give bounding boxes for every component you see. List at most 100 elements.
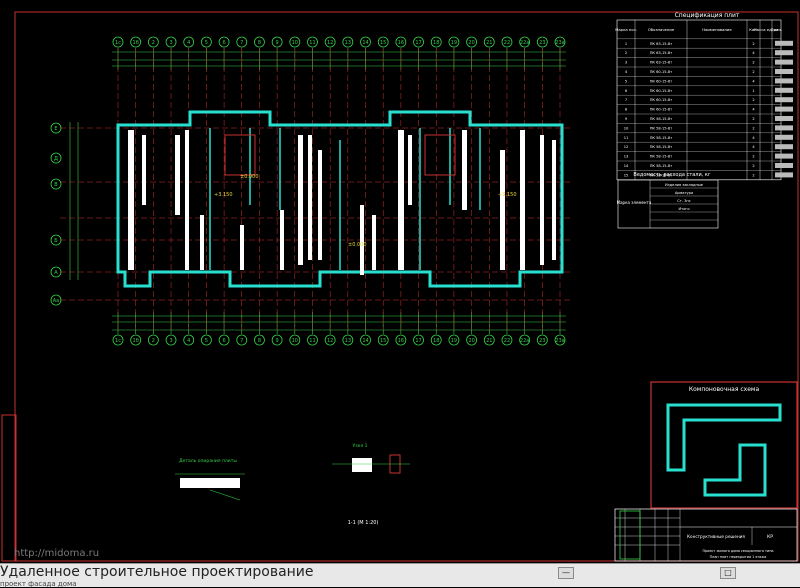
spec-cell: ПК 60-15-8т xyxy=(650,89,673,93)
axis-label-bottom: 21 xyxy=(486,338,492,344)
left-margin-strip xyxy=(1,414,17,562)
spec-cell: 11 xyxy=(624,136,629,140)
steel-consumption-table: Ведомость расхода стали, кг Марка элемент… xyxy=(617,172,719,229)
axis-label-bottom: 23 xyxy=(539,338,545,344)
spec-mark-bar xyxy=(775,40,793,46)
spec-title: Спецификация плит xyxy=(675,12,740,19)
minimize-button[interactable]: — xyxy=(558,567,574,579)
steel-cell: Арматура xyxy=(675,191,693,195)
detail2-caption: 1-1 (М 1:20) xyxy=(348,520,379,526)
axis-grid xyxy=(60,48,572,330)
steel-title: Ведомость расхода стали, кг xyxy=(633,172,711,178)
axis-label-left: Б xyxy=(54,238,58,244)
scheme-title: Компоновочная схема xyxy=(689,386,760,393)
axis-label-bottom: 3 xyxy=(169,338,172,344)
title-block: Конструктивные решения КР Проект жилого до… xyxy=(614,508,798,562)
elevation-label: ±0.000 xyxy=(348,242,367,248)
maximize-button[interactable]: □ xyxy=(720,567,736,579)
slab xyxy=(318,150,322,260)
caption-title: Удаленное строительное проектирование xyxy=(0,564,314,580)
slab xyxy=(540,135,544,265)
spec-cell: ПК 63-15-8т xyxy=(650,42,673,46)
axis-label-top: 17 xyxy=(415,40,421,46)
detail1-leader xyxy=(209,489,241,501)
axis-markers-top: 1с 1б 2 3 4 5 6 7 8 9 10 11 12 13 14 15 16 17 18 19 20 21 22 22… xyxy=(112,36,566,48)
spec-cell: 4 xyxy=(752,51,755,55)
slab xyxy=(200,215,204,270)
spec-cell: 14 xyxy=(624,164,629,168)
steel-cell: Ст. 3пс xyxy=(677,199,691,203)
tb-name: Конструктивные решения xyxy=(687,534,745,539)
axis-label-top: 18 xyxy=(433,40,439,46)
axis-label-bottom: 23а xyxy=(555,338,564,344)
axis-label-bottom: 1с xyxy=(115,338,121,344)
spec-mark-bar xyxy=(775,59,793,65)
axis-label-bottom: 14 xyxy=(362,338,368,344)
drawing-viewport[interactable]: 1с 1б 2 3 4 5 6 7 8 9 10 11 12 13 14 15 16 17 18 19 20 21 22 22… xyxy=(0,0,800,563)
axis-label-top: 2 xyxy=(152,40,155,46)
slab-specification-table: Спецификация плит Марка поз. Обозначение На… xyxy=(615,12,793,181)
spec-cell: 7 xyxy=(625,98,627,102)
caption-subtitle: проект фасада дома xyxy=(0,580,77,588)
axis-label-left: Е xyxy=(54,126,57,132)
spec-cell: 2 xyxy=(752,42,754,46)
spec-cell: 6 xyxy=(625,89,628,93)
spec-mark-bar xyxy=(775,69,793,74)
axis-label-bottom: 6 xyxy=(222,338,225,344)
axis-label-bottom: 1б xyxy=(133,338,139,344)
spec-cell: 4 xyxy=(752,145,755,149)
spec-cell: ПК 63-15-8т xyxy=(650,61,673,65)
spec-border xyxy=(616,19,782,181)
slab xyxy=(398,130,404,270)
spec-cell: 9 xyxy=(625,117,628,121)
axis-label-bottom: 5 xyxy=(205,338,208,344)
tb-sheet: План плит перекрытия 1 этажа xyxy=(710,555,767,559)
spec-cell: ПК 58-15-8т xyxy=(650,155,673,159)
spec-cell: 1 xyxy=(752,89,754,93)
spec-mark-bar xyxy=(775,106,793,112)
spec-header: Обозначение xyxy=(648,27,675,32)
detail1-slab xyxy=(180,478,240,488)
spec-cell: ПК 58-15-8т xyxy=(650,117,673,121)
scheme-frame xyxy=(650,381,798,509)
axis-label-bottom: 10 xyxy=(292,338,298,344)
spec-cell: ПК 60-15-8т xyxy=(650,108,673,112)
spec-mark-bar xyxy=(775,50,793,56)
slab xyxy=(372,215,376,270)
slab xyxy=(128,130,134,270)
spec-mark-bar xyxy=(775,125,793,131)
spec-cell: 2 xyxy=(752,61,754,65)
slab xyxy=(240,225,244,270)
spec-mark-bar xyxy=(775,144,793,150)
axis-label-top: 11 xyxy=(309,40,315,46)
slab xyxy=(308,135,312,260)
spec-header: Марка поз. xyxy=(615,27,637,32)
axis-label-top: 15 xyxy=(380,40,386,46)
axis-markers-left: Е Д В Б А Аа xyxy=(50,122,62,306)
slab xyxy=(280,210,284,270)
spec-cell: 2 xyxy=(752,126,754,130)
slab xyxy=(175,135,180,215)
caption-bar: Удаленное строительное проектирование пр… xyxy=(0,563,800,588)
watermark-text: http://midoma.ru xyxy=(14,548,100,559)
spec-cell: 4 xyxy=(752,79,755,83)
axis-label-bottom: 12 xyxy=(327,338,333,344)
axis-label-top: 20 xyxy=(468,40,474,46)
spec-header: Наименование xyxy=(702,27,732,32)
slab xyxy=(142,135,146,205)
floor-plan: 1с 1б 2 3 4 5 6 7 8 9 10 11 12 13 14 15 16 17 18 19 20 21 22 22… xyxy=(50,36,572,346)
spec-cell: 2 xyxy=(752,155,754,159)
detail2-title: Узел 1 xyxy=(352,443,367,449)
spec-mark-bar xyxy=(775,87,793,93)
scheme-building-2 xyxy=(703,443,767,497)
slab xyxy=(408,135,412,205)
spec-mark-bar xyxy=(775,153,793,159)
spec-cell: 4 xyxy=(752,136,755,140)
axis-label-left: Аа xyxy=(53,298,59,304)
axis-label-top: 4 xyxy=(187,40,190,46)
axis-label-top: 22 xyxy=(504,40,510,46)
spec-mark-bar xyxy=(775,134,793,140)
spec-mark-bar xyxy=(775,163,793,168)
slab xyxy=(552,140,556,260)
axis-label-left: В xyxy=(54,182,58,188)
